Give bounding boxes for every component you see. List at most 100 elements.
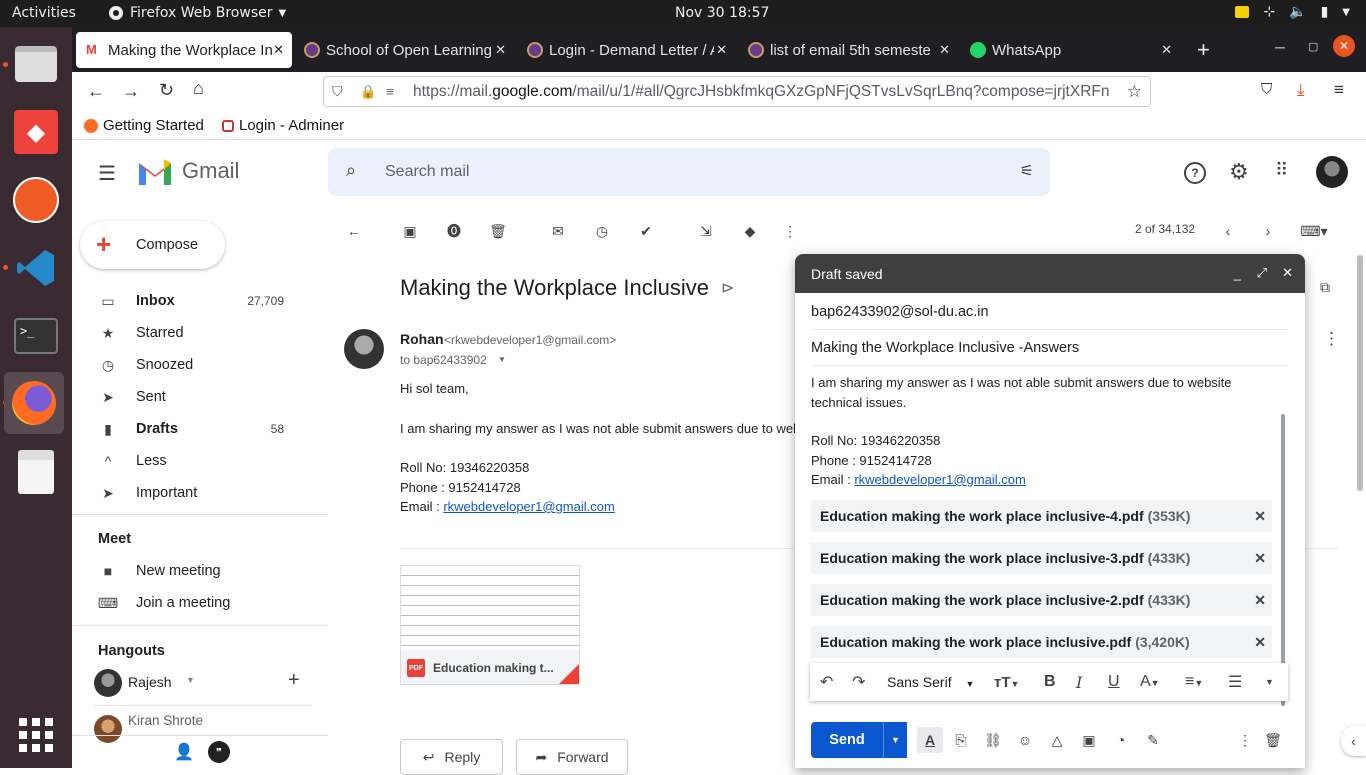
more-vert-icon[interactable]: ⋮ xyxy=(1323,329,1340,349)
sidebar-item-important[interactable]: ➤ Important xyxy=(72,477,328,509)
bookmark-getting-started[interactable]: Getting Started xyxy=(84,117,204,134)
person-icon[interactable]: 👤 xyxy=(174,742,194,762)
remove-attachment-icon[interactable]: ✕ xyxy=(1254,592,1266,609)
attachment-chip[interactable]: Education making the work place inclusiv… xyxy=(811,626,1272,658)
maximize-icon[interactable]: ▢ xyxy=(1308,40,1318,53)
older-icon[interactable]: › xyxy=(1256,219,1280,243)
permissions-icon[interactable]: ≡ xyxy=(386,84,394,99)
system-tray[interactable]: ⊹ 🔈 ▮ ▼ xyxy=(1235,4,1350,20)
terminal-icon[interactable]: >_ xyxy=(8,308,64,364)
minimize-icon[interactable]: ─ xyxy=(1275,39,1285,55)
pocket-icon[interactable]: ⛉ xyxy=(1261,81,1272,98)
files-app-icon[interactable] xyxy=(8,36,64,92)
firefox-dock-icon[interactable] xyxy=(4,372,64,434)
reply-button[interactable]: ↩ Reply xyxy=(400,739,503,775)
italic-icon[interactable]: I xyxy=(1076,673,1082,692)
undo-icon[interactable]: ↶ xyxy=(820,672,833,692)
more-formatting-icon[interactable]: ▼ xyxy=(1265,677,1274,687)
search-options-icon[interactable]: ⚟ xyxy=(1020,161,1034,181)
chevron-down-icon[interactable]: ▼ xyxy=(498,355,506,364)
fullscreen-icon[interactable]: ⤢ xyxy=(1257,265,1267,281)
hangouts-icon[interactable]: ❞ xyxy=(208,741,230,763)
redo-icon[interactable]: ↷ xyxy=(852,672,865,692)
subject-field[interactable]: Making the Workplace Inclusive -Answers xyxy=(811,330,1288,366)
more-vert-icon[interactable]: ⋮ xyxy=(778,219,802,243)
forward-icon[interactable]: → xyxy=(122,81,140,102)
show-apps-icon[interactable] xyxy=(8,707,64,763)
close-icon[interactable]: ✕ xyxy=(1282,265,1293,281)
numbered-list-icon[interactable]: ☰ xyxy=(1228,672,1242,692)
close-icon[interactable]: ✕ xyxy=(273,42,284,58)
close-icon[interactable]: ✕ xyxy=(1161,42,1172,58)
attachment-chip[interactable]: Education making the work place inclusiv… xyxy=(811,500,1272,532)
postman-icon[interactable] xyxy=(8,172,64,228)
recipients-field[interactable]: bap62433902@sol-du.ac.in xyxy=(811,294,1288,330)
attachment-chip[interactable]: Education making the work place inclusiv… xyxy=(811,542,1272,574)
schedule-send-button[interactable]: ▼ xyxy=(883,722,907,758)
font-size-icon[interactable]: ᴛT▼ xyxy=(994,674,1019,691)
input-tools-icon[interactable]: ⌨▾ xyxy=(1294,219,1334,243)
remove-attachment-icon[interactable]: ✕ xyxy=(1254,550,1266,567)
close-icon[interactable]: ✕ xyxy=(495,42,506,58)
reload-icon[interactable]: ↻ xyxy=(159,80,174,101)
search-box[interactable]: ⌕ Search mail ⚟ xyxy=(328,148,1050,196)
insert-link-icon[interactable]: ⛓ xyxy=(981,728,1005,752)
add-contact-icon[interactable]: + xyxy=(288,669,300,692)
sidebar-item-drafts[interactable]: ▮ Drafts 58 xyxy=(72,413,328,445)
remove-attachment-icon[interactable]: ✕ xyxy=(1254,634,1266,651)
drive-icon[interactable]: △ xyxy=(1045,728,1069,752)
signature-icon[interactable]: ✎ xyxy=(1141,728,1165,752)
sidebar-item-less[interactable]: ^ Less xyxy=(72,445,328,477)
formatting-options-icon[interactable]: A xyxy=(917,727,943,753)
expand-side-panel-icon[interactable]: ‹ xyxy=(1341,726,1366,756)
apps-grid-icon[interactable]: ⠿ xyxy=(1275,160,1288,181)
attachment-chip[interactable]: Education making the work place inclusiv… xyxy=(811,584,1272,616)
email-link[interactable]: rkwebdeveloper1@gmail.com xyxy=(443,499,614,514)
underline-icon[interactable]: U xyxy=(1108,673,1120,691)
gear-icon[interactable]: ⚙ xyxy=(1229,159,1249,185)
search-icon[interactable]: ⌕ xyxy=(346,160,356,181)
home-icon[interactable]: ⌂ xyxy=(193,78,204,99)
activities-button[interactable]: Activities xyxy=(12,5,76,21)
help-icon[interactable]: ? xyxy=(1184,162,1206,184)
tab-list-of-email[interactable]: list of email 5th semeste ✕ xyxy=(748,33,958,67)
label-icon[interactable]: ◆ xyxy=(738,219,762,243)
back-arrow-icon[interactable]: ← xyxy=(342,219,366,243)
add-task-icon[interactable]: ✔ xyxy=(634,219,658,243)
emoji-icon[interactable]: ☺ xyxy=(1013,728,1037,752)
tab-making-workplace[interactable]: M Making the Workplace In ✕ xyxy=(76,32,292,68)
back-icon[interactable]: ← xyxy=(87,81,105,102)
gmail-logo[interactable]: Gmail xyxy=(136,157,239,185)
compose-button[interactable]: + Compose xyxy=(80,221,225,269)
hangouts-contact-kiran[interactable]: Kiran Shrote xyxy=(94,711,314,743)
join-meeting-button[interactable]: ⌨ Join a meeting xyxy=(72,587,328,619)
lock-icon[interactable]: 🔒 xyxy=(360,84,376,100)
compose-header[interactable]: Draft saved _ ⤢ ✕ xyxy=(795,254,1305,293)
hangouts-contact-rajesh[interactable]: Rajesh ▼ + xyxy=(94,667,314,697)
archive-icon[interactable]: ▣ xyxy=(398,219,422,243)
bookmark-login-adminer[interactable]: Login - Adminer xyxy=(222,117,344,134)
clock[interactable]: Nov 30 18:57 xyxy=(675,5,769,21)
search-input[interactable]: Search mail xyxy=(385,163,469,181)
new-meeting-button[interactable]: ■ New meeting xyxy=(72,555,328,587)
sidebar-item-snoozed[interactable]: ◷ Snoozed xyxy=(72,349,328,381)
email-link[interactable]: rkwebdeveloper1@gmail.com xyxy=(854,472,1025,487)
main-menu-icon[interactable]: ☰ xyxy=(98,161,116,186)
address-bar[interactable]: ⛉ 🔒 ≡ https://mail.google.com/mail/u/1/#… xyxy=(323,76,1151,107)
confidential-mode-icon[interactable]: ◔ xyxy=(1109,728,1133,752)
insert-photo-icon[interactable]: ▣ xyxy=(1077,728,1101,752)
tab-login-demand-letter[interactable]: Login - Demand Letter / A ✕ xyxy=(527,33,735,67)
shield-icon[interactable]: ⛉ xyxy=(332,83,343,100)
url-text[interactable]: https://mail.google.com/mail/u/1/#all/Qg… xyxy=(413,83,1113,101)
sidebar-item-starred[interactable]: ★ Starred xyxy=(72,317,328,349)
minimize-icon[interactable]: _ xyxy=(1234,266,1241,281)
snooze-icon[interactable]: ◷ xyxy=(590,219,614,243)
new-tab-icon[interactable]: + xyxy=(1197,37,1210,63)
chevron-down-icon[interactable]: ▼ xyxy=(186,675,195,685)
move-to-icon[interactable]: ⇲ xyxy=(694,219,718,243)
sidebar-item-sent[interactable]: ➤ Sent xyxy=(72,381,328,413)
attach-file-icon[interactable]: ⎘ xyxy=(949,728,973,752)
mark-unread-icon[interactable]: ✉ xyxy=(546,219,570,243)
avatar[interactable] xyxy=(1316,156,1348,188)
document-viewer-icon[interactable] xyxy=(8,444,64,500)
